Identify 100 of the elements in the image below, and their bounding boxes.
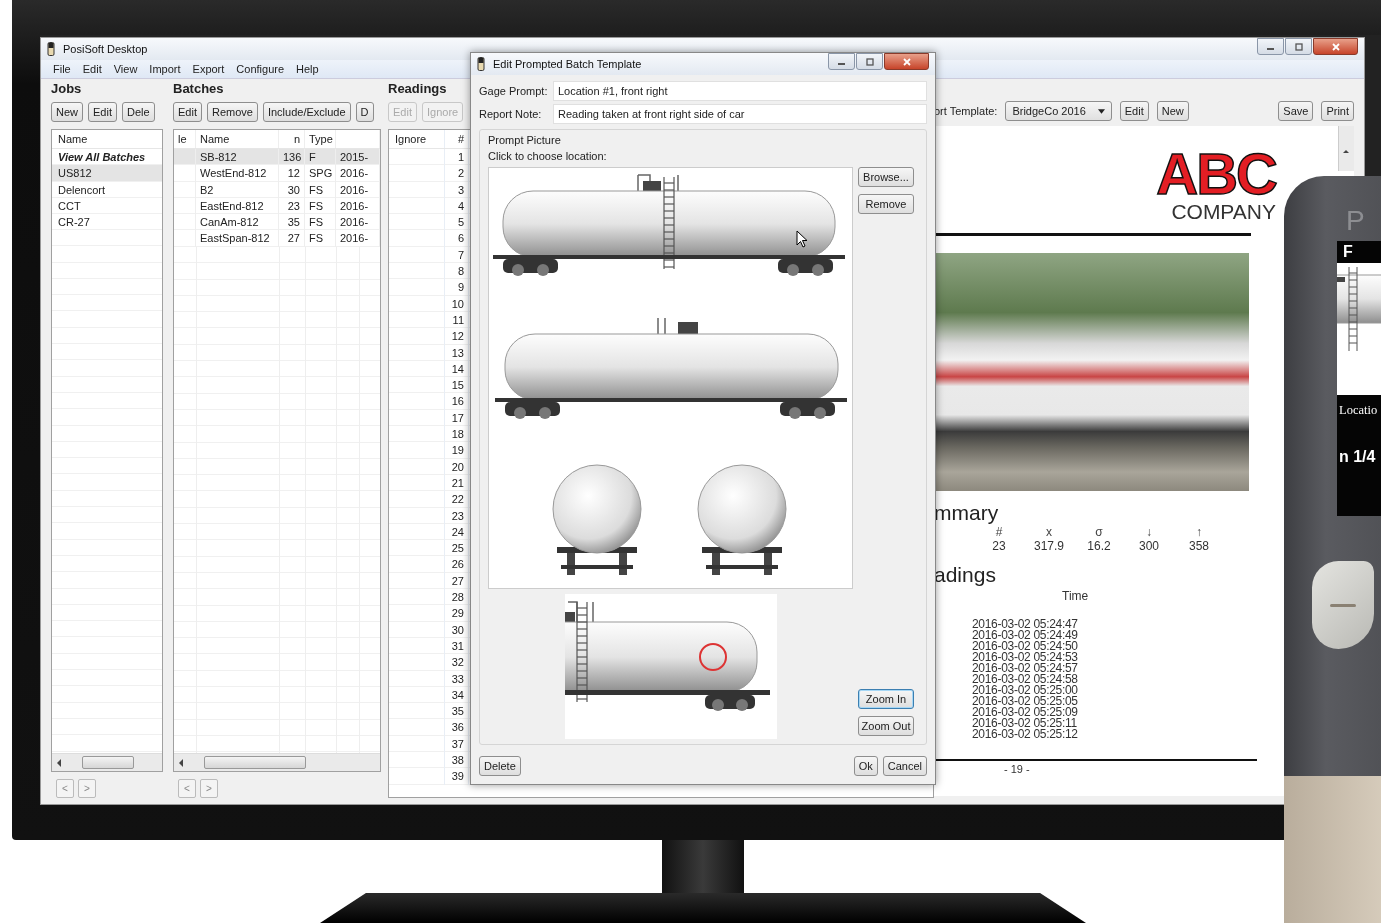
- stat-header: #: [994, 525, 1004, 539]
- row-number: 5: [445, 214, 469, 231]
- maximize-button[interactable]: [856, 53, 883, 70]
- timestamp: 2016-03-02 05:25:05: [972, 696, 1079, 707]
- logo-subtitle: COMPANY: [1171, 200, 1276, 224]
- row-number: 13: [445, 344, 469, 361]
- row-number: 35: [445, 703, 469, 720]
- minimize-button[interactable]: [1257, 38, 1284, 55]
- panel-heading: Batches: [173, 80, 224, 98]
- batch-row[interactable]: WestEnd-812 12 SPG 2016-: [174, 165, 380, 182]
- prompt-text: Locatio: [1339, 403, 1378, 418]
- close-button[interactable]: [1313, 38, 1358, 55]
- toolbar-button[interactable]: Edit: [88, 102, 117, 122]
- row-number: 2: [445, 165, 469, 182]
- timestamp: 2016-03-02 05:25:12: [972, 729, 1079, 740]
- toolbar-button[interactable]: New: [51, 102, 83, 122]
- text-field[interactable]: Reading taken at front right side of car: [553, 104, 927, 124]
- row-number: 31: [445, 637, 469, 655]
- row-number: 18: [445, 426, 469, 443]
- stat-value: 300: [1138, 539, 1160, 553]
- vertical-scrollbar[interactable]: [1338, 126, 1354, 171]
- timestamp: 2016-03-02 05:24:58: [972, 674, 1079, 685]
- table-cell: 2016-: [336, 197, 380, 215]
- caret-icon: [1097, 108, 1105, 114]
- batch-row[interactable]: EastEnd-812 23 FS 2016-: [174, 197, 380, 215]
- dialog-button[interactable]: Remove: [858, 194, 914, 214]
- field-label: Gage Prompt:: [479, 85, 549, 97]
- maximize-icon: [1293, 41, 1304, 52]
- batch-row[interactable]: EastSpan-812 27 FS 2016-: [174, 230, 380, 247]
- table-cell: CanAm-812: [196, 214, 279, 231]
- zoom-button[interactable]: Zoom Out: [858, 716, 914, 736]
- row-number: 1: [445, 149, 469, 166]
- menu-item[interactable]: Export: [192, 63, 225, 75]
- job-row[interactable]: Delencort: [52, 181, 162, 198]
- toolbar-button[interactable]: Print: [1321, 101, 1354, 121]
- row-number: 37: [445, 735, 469, 752]
- menu-item[interactable]: Help: [296, 63, 319, 75]
- table-cell: 23: [279, 197, 305, 215]
- table-cell: FS: [305, 197, 336, 215]
- close-button[interactable]: [884, 53, 929, 70]
- timestamp: 2016-03-02 05:24:49: [972, 630, 1079, 641]
- toolbar-button[interactable]: Remove: [206, 102, 258, 122]
- row-number: 14: [445, 360, 469, 378]
- menu-item[interactable]: View: [113, 63, 138, 75]
- railcar-drawing[interactable]: [488, 167, 853, 589]
- mode-label: F: [1342, 242, 1354, 262]
- menu-item[interactable]: File: [53, 63, 71, 75]
- horizontal-scrollbar[interactable]: [52, 753, 162, 771]
- batch-row[interactable]: CanAm-812 35 FS 2016-: [174, 214, 380, 231]
- batch-row[interactable]: B2 30 FS 2016-: [174, 181, 380, 198]
- row-number: 6: [445, 230, 469, 247]
- toolbar-button[interactable]: New: [1156, 101, 1189, 121]
- timestamp: 2016-03-02 05:24:53: [972, 652, 1079, 663]
- table-cell: 12: [279, 165, 305, 182]
- toolbar-button[interactable]: Save: [1278, 101, 1314, 121]
- row-number: 29: [445, 605, 469, 622]
- toolbar-button[interactable]: Include/Exclude: [262, 102, 351, 122]
- column-header: Name: [196, 130, 279, 148]
- row-number: 19: [445, 442, 469, 459]
- table-cell: 35: [279, 214, 305, 231]
- toolbar-button[interactable]: Edit: [1119, 101, 1149, 121]
- mouse-cursor-icon: [796, 230, 808, 248]
- zoom-button[interactable]: Zoom In: [858, 689, 914, 709]
- menu-item[interactable]: Import: [149, 63, 181, 75]
- menu-item[interactable]: Edit: [82, 63, 102, 75]
- toolbar-button[interactable]: Dele: [122, 102, 155, 122]
- railcar-closeup-drawing[interactable]: [565, 594, 777, 739]
- horizontal-scrollbar[interactable]: [174, 753, 380, 771]
- row-number: 32: [445, 654, 469, 671]
- menu-item[interactable]: Configure: [236, 63, 285, 75]
- table-cell: 2016-: [336, 230, 380, 247]
- stat-value: 16.2: [1086, 539, 1112, 553]
- row-number: 34: [445, 686, 469, 704]
- timestamp: 2016-03-02 05:25:11: [972, 718, 1077, 729]
- batch-row[interactable]: SB-812 136 F 2015-: [174, 149, 380, 166]
- column-header: le: [174, 130, 196, 148]
- minimize-button[interactable]: [828, 53, 855, 70]
- table-cell: FS: [305, 181, 336, 198]
- column-header: Name: [52, 130, 162, 149]
- row-number: 12: [445, 328, 469, 345]
- maximize-button[interactable]: [1285, 38, 1312, 55]
- dialog-button[interactable]: Browse...: [858, 167, 914, 187]
- device-button[interactable]: [1312, 561, 1374, 649]
- text-field[interactable]: Location #1, front right: [553, 81, 927, 101]
- template-dropdown[interactable]: BridgeCo 2016: [1005, 101, 1112, 121]
- toolbar-button[interactable]: D: [355, 102, 374, 122]
- table-cell: EastEnd-812: [196, 197, 279, 215]
- job-row[interactable]: CCT: [52, 197, 162, 215]
- timestamp: 2016-03-02 05:24:57: [972, 663, 1079, 674]
- delete-button[interactable]: Delete: [479, 756, 521, 776]
- cancel-button[interactable]: Cancel: [882, 756, 927, 776]
- job-row[interactable]: US812: [52, 165, 162, 182]
- row-number: 26: [445, 556, 469, 573]
- ok-button[interactable]: Ok: [853, 756, 878, 776]
- row-number: 22: [445, 491, 469, 508]
- column-header: Ignore: [389, 130, 445, 148]
- row-number: 4: [445, 197, 469, 215]
- maximize-icon: [864, 56, 875, 67]
- row-number: 3: [445, 181, 469, 198]
- toolbar-button[interactable]: Edit: [173, 102, 202, 122]
